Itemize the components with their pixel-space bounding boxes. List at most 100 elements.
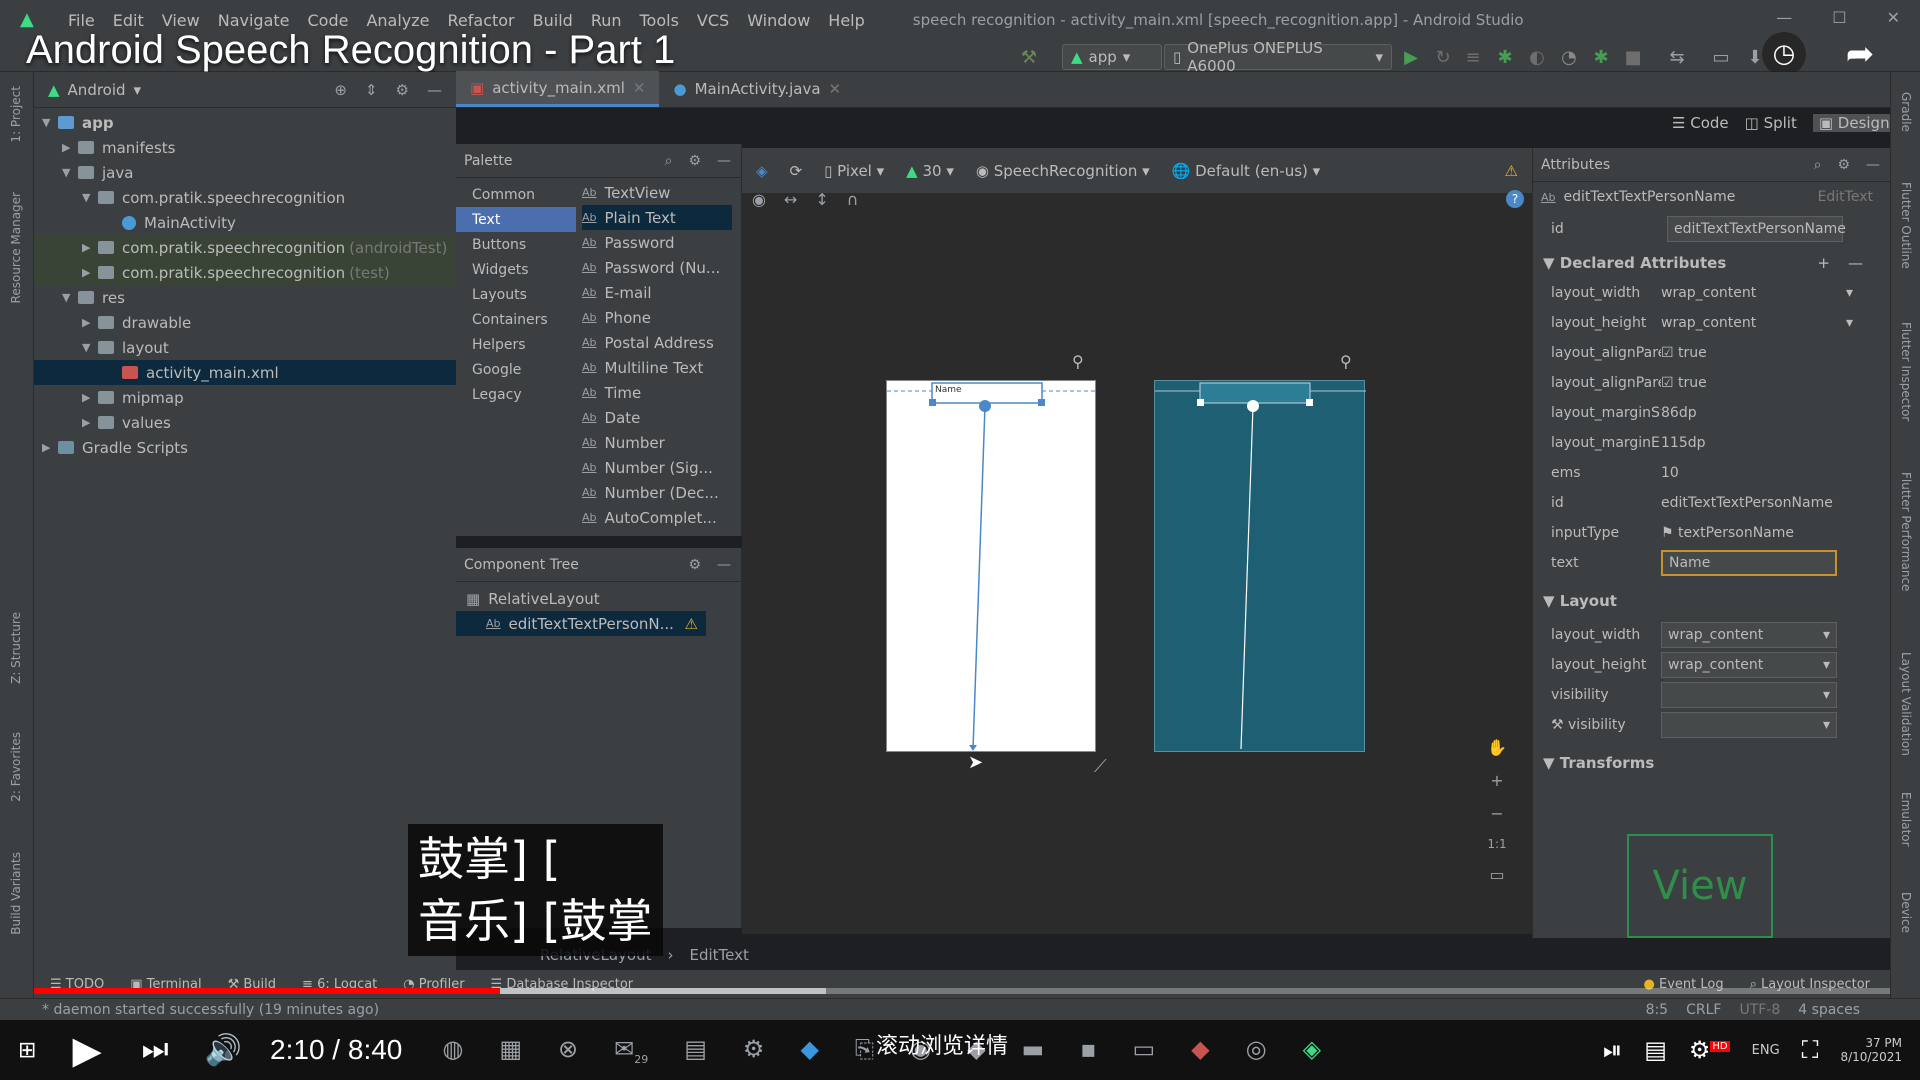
visibility-dropdown[interactable]: ▾ (1661, 682, 1837, 708)
share-icon[interactable]: ➦ (1836, 32, 1884, 76)
palette-item-postal-address[interactable]: Ab Postal Address (582, 330, 732, 355)
palette-item-password-numeric[interactable]: Ab Password (Nu... (582, 255, 732, 280)
palette-item-textview[interactable]: Ab TextView (582, 180, 732, 205)
attribute-checkbox[interactable]: ☑ true (1661, 345, 1873, 361)
pan-icon[interactable]: ✋ (1487, 738, 1507, 757)
pin-icon[interactable]: ⚲ (1340, 352, 1352, 371)
add-attribute-icon[interactable]: + (1817, 254, 1830, 272)
tab-favorites[interactable]: 2: Favorites (9, 732, 23, 802)
device-selector[interactable]: ▯ Pixel ▾ (824, 162, 884, 180)
palette-item-phone[interactable]: Ab Phone (582, 305, 732, 330)
text-attribute-input[interactable]: Name (1661, 550, 1837, 576)
rerun-icon[interactable]: ↻ (1432, 46, 1454, 68)
palette-item-autocomplete[interactable]: Ab AutoComplet... (582, 505, 732, 530)
collapse-all-icon[interactable]: ⇕ (365, 81, 378, 99)
run-icon[interactable]: ▶ (1400, 46, 1422, 68)
zoom-out-icon[interactable]: − (1490, 804, 1503, 823)
tree-item-java[interactable]: ▼ java (34, 160, 456, 185)
palette-item-time[interactable]: Ab Time (582, 380, 732, 405)
run-config-dropdown[interactable]: ▲ app ▾ (1062, 44, 1162, 70)
windows-start-icon[interactable]: ⊞ (18, 1038, 36, 1063)
breadcrumb-item[interactable]: EditText (689, 946, 748, 964)
transform-view-preview[interactable]: View (1627, 834, 1773, 938)
eye-icon[interactable]: ◉ (752, 190, 766, 209)
settings-gear-icon[interactable]: ⚙ HD (1689, 1036, 1730, 1064)
tab-gradle[interactable]: Gradle (1899, 92, 1913, 132)
tree-item-mainactivity[interactable]: MainActivity (34, 210, 456, 235)
tree-item-drawable[interactable]: ▶ drawable (34, 310, 456, 335)
tree-item-manifests[interactable]: ▶ manifests (34, 135, 456, 160)
help-icon[interactable]: ? (1506, 190, 1524, 208)
project-view-selector[interactable]: ▲ Android ▾ ⊕ ⇕ ⚙ — (34, 72, 456, 108)
palette-item-multiline-text[interactable]: Ab Multiline Text (582, 355, 732, 380)
palette-item-date[interactable]: Ab Date (582, 405, 732, 430)
next-icon[interactable]: ⏭ (142, 1033, 169, 1067)
attribute-checkbox[interactable]: ☑ true (1661, 375, 1873, 391)
palette-item-number-decimal[interactable]: Ab Number (Dec... (582, 480, 732, 505)
menu-navigate[interactable]: Navigate (218, 11, 290, 30)
file-explorer-icon[interactable]: ▬ (1022, 1035, 1045, 1066)
hide-icon[interactable]: — (717, 557, 731, 573)
theme-selector[interactable]: ◉ SpeechRecognition ▾ (976, 162, 1150, 180)
palette-item-number-signed[interactable]: Ab Number (Sig... (582, 455, 732, 480)
hide-icon[interactable]: — (1866, 157, 1880, 173)
mail-icon[interactable]: ✉29 (614, 1035, 648, 1066)
tree-item-app[interactable]: ▼ app (34, 110, 456, 135)
menu-run[interactable]: Run (591, 11, 622, 30)
palette-category-widgets[interactable]: Widgets (456, 257, 576, 282)
apply-changes-icon[interactable]: ≡ (1462, 46, 1484, 68)
terminal-icon[interactable]: ▭ (1132, 1035, 1155, 1066)
vertical-arrows-icon[interactable]: ↕ (815, 190, 828, 209)
palette-category-legacy[interactable]: Legacy (456, 382, 576, 407)
tab-emulator[interactable]: Emulator (1899, 792, 1913, 847)
taskbar-app-icon[interactable]: ▪ (1080, 1035, 1096, 1066)
menu-refactor[interactable]: Refactor (448, 11, 515, 30)
tab-layout-validation[interactable]: Layout Validation (1899, 652, 1913, 756)
taskbar-app-icon[interactable]: ⎘ (855, 1035, 874, 1066)
tree-item-values[interactable]: ▶ values (34, 410, 456, 435)
tab-flutter-performance[interactable]: Flutter Performance (1899, 472, 1913, 591)
menu-window[interactable]: Window (747, 11, 810, 30)
minimize-icon[interactable]: — (1776, 8, 1792, 27)
tree-item-activity-main-xml[interactable]: activity_main.xml (34, 360, 456, 385)
palette-category-common[interactable]: Common (456, 182, 576, 207)
avd-manager-icon[interactable]: ▭ (1710, 46, 1732, 68)
tab-device[interactable]: Device (1899, 892, 1913, 933)
component-relative-layout[interactable]: ▦ RelativeLayout (456, 586, 742, 611)
palette-category-text[interactable]: Text (456, 207, 576, 232)
view-mode-design[interactable]: ▣ Design (1812, 114, 1896, 132)
play-icon[interactable]: ▶ (72, 1028, 101, 1073)
horizontal-arrows-icon[interactable]: ↔ (784, 190, 797, 209)
layout-width-dropdown[interactable]: wrap_content ▾ (1661, 622, 1837, 648)
tab-mainactivity-java[interactable]: ● MainActivity.java ✕ (659, 71, 855, 107)
fullscreen-icon[interactable]: ⛶ (1802, 1036, 1819, 1064)
palette-item-plain-text[interactable]: Ab Plain Text (582, 205, 732, 230)
watch-later-icon[interactable]: ◷ (1762, 32, 1806, 76)
id-input[interactable]: editTextTextPersonName (1667, 216, 1846, 242)
hide-icon[interactable]: — (717, 153, 731, 169)
device-dropdown[interactable]: ▯ OnePlus ONEPLUS A6000 ▾ (1164, 39, 1392, 75)
attribute-value[interactable]: 86dp (1661, 405, 1873, 421)
cursor-position[interactable]: 8:5 (1646, 1002, 1669, 1018)
tree-item-package-test[interactable]: ▶ com.pratik.speechrecognition (test) (34, 260, 456, 285)
search-icon[interactable]: ⌕ (665, 153, 673, 169)
taskbar-clock[interactable]: 37 PM 8/10/2021 (1840, 1036, 1902, 1064)
gear-icon[interactable]: ⚙ (688, 153, 701, 169)
locale-selector[interactable]: 🌐 Default (en-us) ▾ (1172, 162, 1321, 180)
declared-attributes-section[interactable]: ▼ Declared Attributes + — (1533, 248, 1873, 278)
tools-visibility-dropdown[interactable]: ▾ (1661, 712, 1837, 738)
pin-icon[interactable]: ⚲ (1072, 352, 1084, 371)
hammer-icon[interactable]: ⚒ (1018, 46, 1040, 68)
taskbar-app-icon[interactable]: ▦ (499, 1035, 522, 1066)
menu-analyze[interactable]: Analyze (366, 11, 429, 30)
design-preview[interactable]: Name (886, 380, 1097, 752)
zoom-to-fit-icon[interactable]: ▭ (1489, 865, 1504, 884)
menu-vcs[interactable]: VCS (697, 11, 729, 30)
zoom-fit-button[interactable]: 1:1 (1487, 837, 1506, 851)
palette-item-number[interactable]: Ab Number (582, 430, 732, 455)
blueprint-preview[interactable] (1154, 380, 1366, 752)
zoom-in-icon[interactable]: + (1490, 771, 1503, 790)
attribute-value[interactable]: 10 (1661, 465, 1873, 481)
locate-icon[interactable]: ⊕ (334, 81, 347, 99)
menu-build[interactable]: Build (533, 11, 573, 30)
